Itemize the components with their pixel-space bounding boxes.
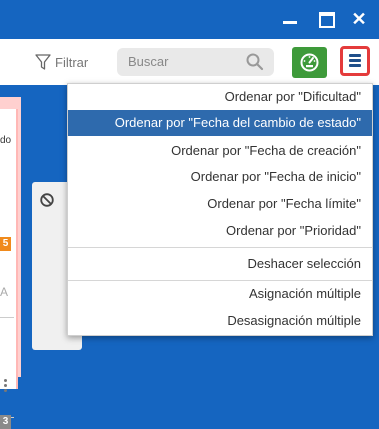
menu-item-sort-priority[interactable]: Ordenar por "Prioridad" (68, 218, 372, 244)
count-badge-secondary: 3 (0, 415, 11, 429)
menu-item-sort-difficulty[interactable]: Ordenar por "Dificultad" (68, 84, 372, 110)
hamburger-menu-button[interactable] (340, 46, 370, 76)
more-options-icon[interactable] (4, 379, 7, 394)
card-text-fragment: A (0, 285, 9, 299)
close-icon[interactable]: ✕ (350, 10, 368, 28)
filter-button[interactable]: Filtrar (35, 53, 88, 71)
filter-label: Filtrar (55, 54, 89, 70)
column-label-fragment: do (0, 135, 12, 146)
menu-item-sort-creation-date[interactable]: Ordenar por "Fecha de creación" (68, 138, 372, 164)
search-icon[interactable] (246, 53, 264, 71)
menu-divider (68, 247, 372, 248)
search-placeholder: Buscar (128, 54, 169, 69)
toolbar: Filtrar Buscar (0, 39, 379, 85)
menu-item-multiple-unassignment[interactable]: Desasignación múltiple (68, 308, 372, 334)
menu-item-undo-selection[interactable]: Deshacer selección (68, 251, 372, 277)
window-titlebar: ✕ (0, 0, 379, 39)
menu-item-sort-start-date[interactable]: Ordenar por "Fecha de inicio" (68, 164, 372, 190)
maximize-icon[interactable] (318, 10, 336, 28)
board-column-left: do 5 A 3 (0, 97, 21, 429)
hamburger-menu-icon (349, 54, 361, 57)
filter-icon (35, 53, 51, 70)
count-badge: 5 (0, 237, 11, 251)
menu-item-multiple-assignment[interactable]: Asignación múltiple (68, 281, 372, 307)
minimize-icon[interactable] (281, 10, 299, 28)
menu-item-sort-due-date[interactable]: Ordenar por "Fecha límite" (68, 191, 372, 217)
search-input[interactable]: Buscar (117, 48, 274, 76)
blocked-icon (40, 193, 54, 207)
dashboard-gauge-icon (300, 53, 319, 72)
sort-options-menu: Ordenar por "Dificultad" Ordenar por "Fe… (67, 83, 373, 336)
menu-item-sort-status-change-date[interactable]: Ordenar por "Fecha del cambio de estado" (68, 110, 372, 136)
dashboard-button[interactable] (292, 47, 327, 78)
